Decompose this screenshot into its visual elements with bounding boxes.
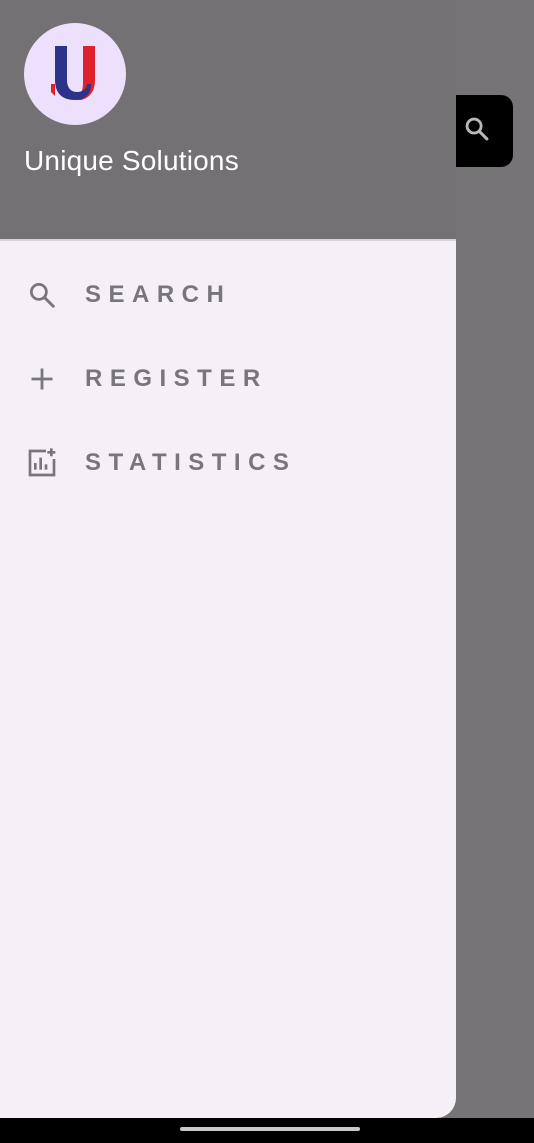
menu-item-register[interactable]: REGISTER [0,337,456,421]
menu-item-search[interactable]: SEARCH [0,253,456,337]
navigation-drawer: Unique Solutions SEARCH REGISTER STATIST… [0,0,456,1118]
search-icon [463,115,491,148]
menu-item-label: STATISTICS [85,449,297,476]
menu-item-label: REGISTER [85,365,268,392]
menu-item-label: SEARCH [85,281,232,308]
drawer-menu: SEARCH REGISTER STATISTICS [0,253,456,505]
unique-solutions-logo-icon [43,40,107,109]
company-name: Unique Solutions [24,145,239,176]
system-navigation-bar [0,1118,534,1143]
avatar [24,23,126,125]
menu-item-statistics[interactable]: STATISTICS [0,421,456,505]
add-chart-icon [25,446,59,480]
search-icon [25,278,59,312]
plus-icon [25,362,59,396]
drawer-header: Unique Solutions [0,0,456,241]
home-gesture-handle[interactable] [180,1127,360,1131]
